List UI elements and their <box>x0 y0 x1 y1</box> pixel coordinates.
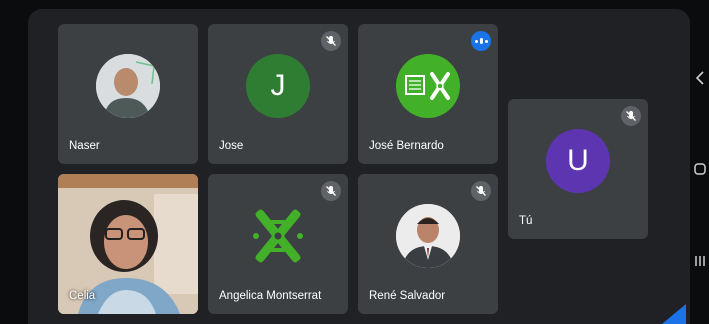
participant-name: Naser <box>69 140 100 152</box>
participant-name: Angelica Montserrat <box>219 290 322 302</box>
avatar-photo <box>96 54 160 118</box>
participant-name: Tú <box>519 215 533 227</box>
mic-off-icon <box>621 106 641 126</box>
home-icon[interactable] <box>690 162 709 181</box>
recents-icon[interactable] <box>690 254 709 273</box>
participant-tile-jose[interactable]: J Jose <box>208 24 348 164</box>
avatar-photo <box>396 204 460 268</box>
mic-off-icon <box>471 181 491 201</box>
avatar-logo <box>246 204 310 268</box>
mic-off-icon <box>321 181 341 201</box>
back-icon[interactable] <box>690 70 709 91</box>
participant-name: Jose <box>219 140 244 152</box>
participant-tile-self[interactable]: U Tú <box>508 99 648 239</box>
avatar-initial: J <box>246 54 310 118</box>
avatar-logo <box>396 54 460 118</box>
mic-off-icon <box>321 31 341 51</box>
avatar-initial: U <box>546 129 610 193</box>
participant-tile-naser[interactable]: Naser <box>58 24 198 164</box>
participant-name: René Salvador <box>369 290 446 302</box>
participant-tile-rene-salvador[interactable]: René Salvador <box>358 174 498 314</box>
participant-tile-celia[interactable]: Celia <box>58 174 198 314</box>
audio-level-icon <box>471 31 491 51</box>
android-nav-bar <box>690 0 709 324</box>
participant-tile-angelica-montserrat[interactable]: Angelica Montserrat <box>208 174 348 314</box>
participant-name: José Bernardo <box>369 140 444 152</box>
participant-tile-jose-bernardo[interactable]: José Bernardo <box>358 24 498 164</box>
participant-name: Celia <box>69 290 96 302</box>
meeting-grid: Naser J Jose José Bernardo U Tú Celia An… <box>28 9 690 324</box>
